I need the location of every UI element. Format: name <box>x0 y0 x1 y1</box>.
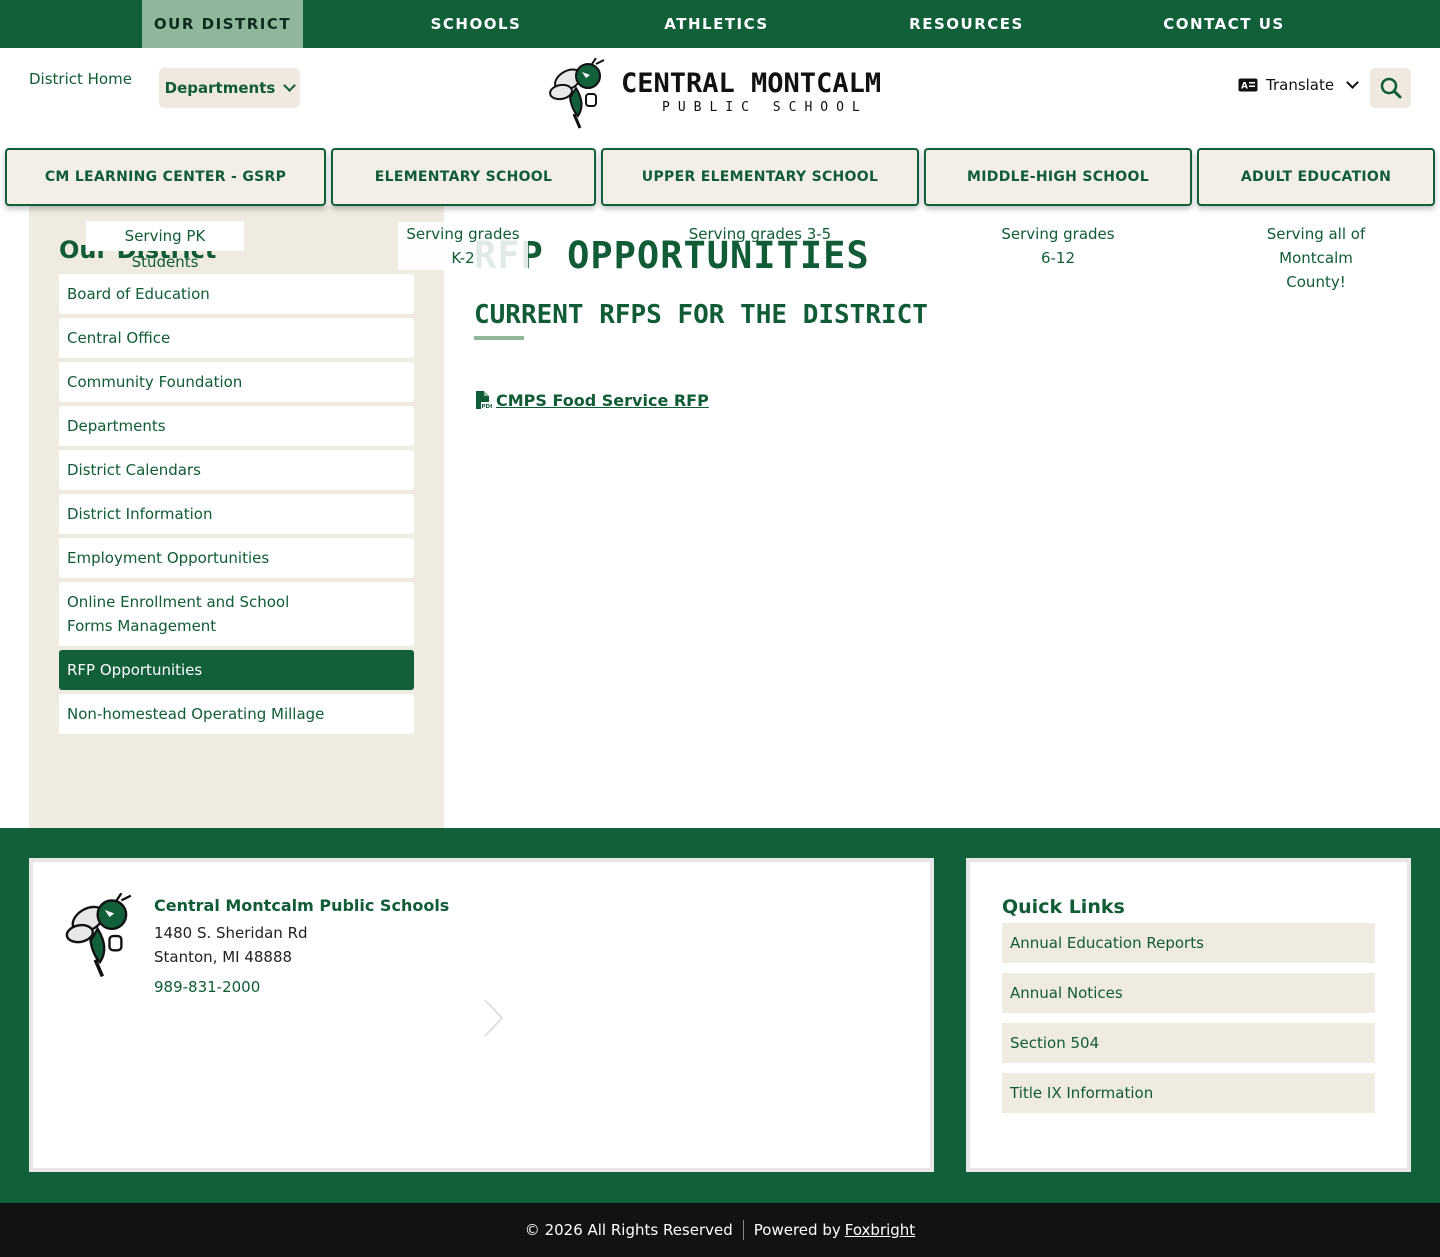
translate-icon: A <box>1238 78 1258 92</box>
top-nav-schools[interactable]: SCHOOLS <box>411 0 541 48</box>
top-nav-our-district[interactable]: OUR DISTRICT <box>142 0 303 48</box>
quick-link-annual-notices[interactable]: Annual Notices <box>1002 973 1375 1013</box>
school-note-upper-elementary: Serving grades 3-5 <box>688 225 832 243</box>
quick-link-title-ix[interactable]: Title IX Information <box>1002 1073 1375 1113</box>
heading-underline <box>474 336 524 340</box>
school-button-adult-education[interactable]: ADULT EDUCATION <box>1197 148 1435 206</box>
sidebar-item-central-office[interactable]: Central Office <box>59 318 414 358</box>
quick-link-annual-education-reports[interactable]: Annual Education Reports <box>1002 923 1375 963</box>
footer-address-line1: 1480 S. Sheridan Rd <box>154 924 308 942</box>
sidebar-item-rfp-opportunities[interactable]: RFP Opportunities <box>59 650 414 690</box>
copyright-bar: © 2026 All Rights Reserved Powered by Fo… <box>0 1203 1440 1257</box>
foxbright-link[interactable]: Foxbright <box>845 1221 915 1239</box>
page: OUR DISTRICT SCHOOLS ATHLETICS RESOURCES… <box>0 0 1440 1257</box>
school-note-line: Serving grades <box>1001 225 1115 243</box>
powered-by-text: Powered by <box>753 1221 841 1239</box>
school-note-line: 6-12 <box>1040 249 1076 267</box>
school-note-line: Serving grades <box>406 225 520 243</box>
sidebar-item-district-calendars[interactable]: District Calendars <box>59 450 414 490</box>
footer-org-name: Central Montcalm Public Schools <box>154 896 450 915</box>
site-logo[interactable]: CENTRAL MONTCALM PUBLIC SCHOOL <box>546 58 896 130</box>
footer-address: 1480 S. Sheridan Rd Stanton, MI 48888 <box>154 921 308 969</box>
pdf-file-icon: PDF <box>476 391 493 410</box>
school-note-middle-high: Serving grades 6-12 <box>990 222 1126 270</box>
hornet-mascot-icon <box>65 893 132 978</box>
logo-subtitle: PUBLIC SCHOOL <box>662 100 868 115</box>
search-button[interactable] <box>1370 68 1411 108</box>
district-home-link[interactable]: District Home <box>29 70 132 88</box>
svg-text:PDF: PDF <box>482 404 493 410</box>
sidebar-item-district-information[interactable]: District Information <box>59 494 414 534</box>
school-note-line: K-2 <box>451 249 475 267</box>
svg-text:A: A <box>1241 82 1248 92</box>
quick-link-section-504[interactable]: Section 504 <box>1002 1023 1375 1063</box>
divider <box>742 1220 744 1240</box>
sidebar-item-non-homestead-millage[interactable]: Non-homestead Operating Millage <box>59 694 414 734</box>
section-heading: CURRENT RFPS FOR THE DISTRICT <box>474 300 928 330</box>
departments-label: Departments <box>164 79 276 97</box>
chevron-down-icon <box>283 79 297 92</box>
school-note-line: Montcalm <box>1279 249 1353 267</box>
school-note-elementary: Serving grades K-2 <box>398 222 528 270</box>
school-note-learning-center: Serving PK Students <box>86 221 244 271</box>
sidebar-item-community-foundation[interactable]: Community Foundation <box>59 362 414 402</box>
school-note-line: Serving all of <box>1266 225 1366 243</box>
sidebar-item-employment-opportunities[interactable]: Employment Opportunities <box>59 538 414 578</box>
school-button-middle-high[interactable]: MIDDLE-HIGH SCHOOL <box>924 148 1192 206</box>
translate-dropdown[interactable]: A Translate <box>1238 76 1359 94</box>
top-nav: OUR DISTRICT SCHOOLS ATHLETICS RESOURCES… <box>0 0 1440 48</box>
hornet-mascot-icon <box>549 58 605 129</box>
school-button-upper-elementary[interactable]: UPPER ELEMENTARY SCHOOL <box>601 148 919 206</box>
sidebar-item-departments[interactable]: Departments <box>59 406 414 446</box>
logo-title: CENTRAL MONTCALM <box>621 68 882 99</box>
top-nav-contact-us[interactable]: CONTACT US <box>1150 0 1298 48</box>
sidebar-item-label-line2: Forms Management <box>67 617 217 635</box>
school-note-line: County! <box>1286 273 1346 291</box>
school-button-elementary[interactable]: ELEMENTARY SCHOOL <box>331 148 596 206</box>
sidebar-item-online-enrollment[interactable]: Online Enrollment and School Forms Manag… <box>59 582 414 646</box>
rfp-document-link[interactable]: PDF CMPS Food Service RFP <box>474 390 709 410</box>
sidebar-item-board-of-education[interactable]: Board of Education <box>59 274 414 314</box>
rfp-link-label: CMPS Food Service RFP <box>496 390 709 410</box>
chevron-down-icon <box>1346 76 1359 89</box>
footer-address-line2: Stanton, MI 48888 <box>154 948 293 966</box>
school-button-learning-center[interactable]: CM LEARNING CENTER - GSRP <box>5 148 326 206</box>
copyright-text: © 2026 All Rights Reserved <box>524 1221 733 1239</box>
top-nav-athletics[interactable]: ATHLETICS <box>650 0 783 48</box>
search-icon <box>1380 77 1402 99</box>
departments-dropdown[interactable]: Departments <box>159 68 300 108</box>
school-note-adult-education: Serving all of Montcalm County! <box>1252 222 1380 294</box>
footer-phone-link[interactable]: 989-831-2000 <box>154 978 260 996</box>
chevron-right-icon[interactable] <box>480 998 504 1038</box>
quick-links-title: Quick Links <box>1002 896 1125 918</box>
translate-label: Translate <box>1266 76 1335 94</box>
top-nav-resources[interactable]: RESOURCES <box>896 0 1037 48</box>
sidebar-item-label-line1: Online Enrollment and School <box>67 593 290 611</box>
